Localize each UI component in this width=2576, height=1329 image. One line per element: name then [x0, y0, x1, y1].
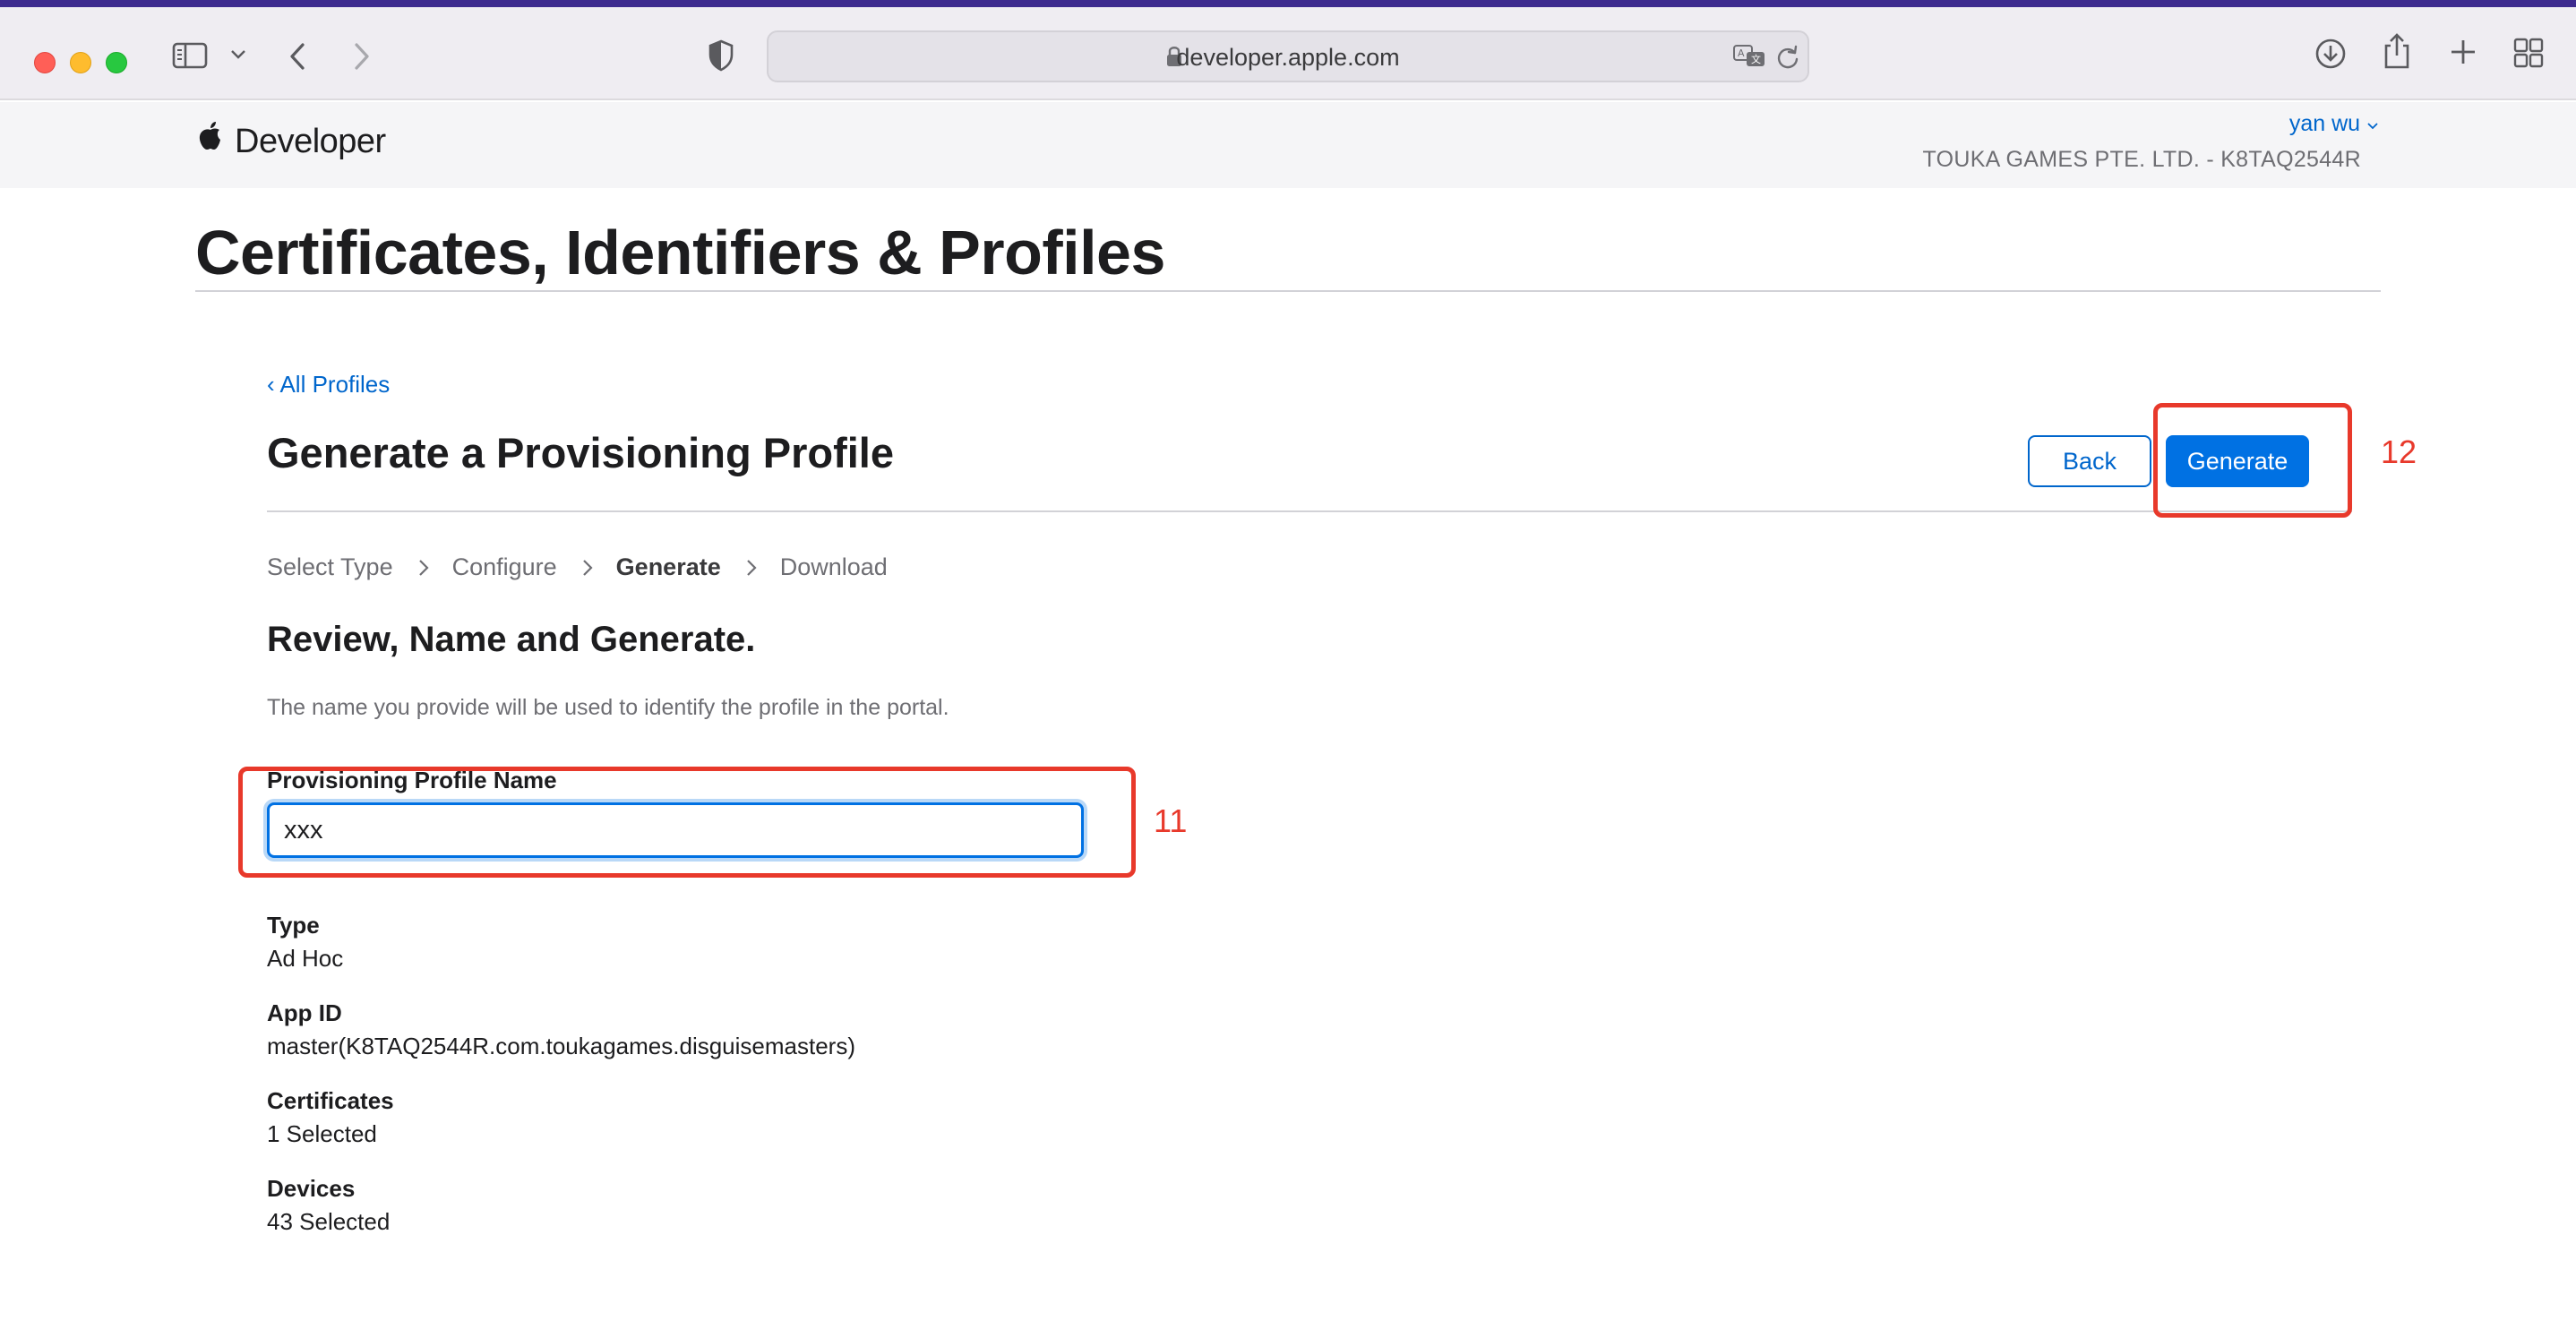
- app-id-value: master(K8TAQ2544R.com.toukagames.disguis…: [267, 1033, 855, 1059]
- title-divider: [195, 290, 2381, 292]
- annotation-number-11: 11: [1154, 802, 1188, 839]
- chevron-right-icon: [582, 559, 593, 577]
- step-select-type: Select Type: [267, 553, 393, 580]
- back-nav-icon[interactable]: [287, 41, 308, 72]
- section-title: Generate a Provisioning Profile: [267, 429, 894, 476]
- developer-header: [0, 102, 2576, 188]
- wizard-steps: Select Type Configure Generate Download: [267, 553, 888, 581]
- address-url: developer.apple.com: [1176, 44, 1400, 71]
- window-top-strip: [0, 0, 2576, 7]
- back-button[interactable]: Back: [2028, 435, 2151, 487]
- new-tab-plus-icon[interactable]: [2449, 38, 2477, 66]
- app-id-info: App ID master(K8TAQ2544R.com.toukagames.…: [267, 999, 855, 1060]
- downloads-icon[interactable]: [2314, 38, 2347, 70]
- devices-label: Devices: [267, 1175, 356, 1202]
- step-download: Download: [779, 553, 888, 580]
- annotation-number-12: 12: [2381, 433, 2417, 470]
- close-window-button[interactable]: [34, 52, 56, 73]
- certificates-value: 1 Selected: [267, 1120, 377, 1147]
- review-title: Review, Name and Generate.: [267, 620, 756, 659]
- team-name: TOUKA GAMES PTE. LTD. - K8TAQ2544R: [1922, 147, 2361, 172]
- annotation-box-generate: [2153, 403, 2352, 518]
- browser-toolbar: developer.apple.com A文: [0, 7, 2576, 100]
- privacy-shield-icon[interactable]: [708, 39, 734, 72]
- step-generate: Generate: [615, 553, 721, 580]
- step-configure: Configure: [451, 553, 557, 580]
- developer-brand[interactable]: Developer: [235, 123, 386, 161]
- chevron-down-icon[interactable]: [229, 48, 247, 61]
- devices-value: 43 Selected: [267, 1208, 391, 1235]
- svg-text:文: 文: [1751, 53, 1761, 65]
- sidebar-toggle-icon[interactable]: [172, 41, 208, 70]
- type-label: Type: [267, 912, 320, 939]
- chevron-right-icon: [418, 559, 429, 577]
- certificates-label: Certificates: [267, 1087, 394, 1114]
- tab-overview-icon[interactable]: [2513, 38, 2544, 68]
- reload-icon[interactable]: [1775, 45, 1800, 70]
- annotation-box-input: [238, 767, 1136, 878]
- devices-info: Devices 43 Selected: [267, 1175, 390, 1236]
- section-divider: [267, 510, 2352, 512]
- share-icon[interactable]: [2383, 32, 2411, 70]
- chevron-right-icon: [746, 559, 757, 577]
- forward-nav-icon[interactable]: [351, 41, 373, 72]
- review-description: The name you provide will be used to ide…: [267, 695, 949, 720]
- zoom-window-button[interactable]: [106, 52, 127, 73]
- certificates-info: Certificates 1 Selected: [267, 1087, 394, 1148]
- all-profiles-link[interactable]: ‹ All Profiles: [267, 371, 390, 399]
- minimize-window-button[interactable]: [70, 52, 91, 73]
- type-value: Ad Hoc: [267, 945, 344, 972]
- chevron-down-icon: [2366, 111, 2379, 136]
- apple-logo-icon[interactable]: [195, 120, 226, 160]
- translate-icon[interactable]: A文: [1732, 43, 1768, 70]
- address-bar[interactable]: developer.apple.com A文: [767, 30, 1809, 82]
- type-info: Type Ad Hoc: [267, 912, 343, 973]
- page-title: Certificates, Identifiers & Profiles: [195, 218, 1165, 287]
- user-name-text: yan wu: [2288, 111, 2361, 136]
- app-id-label: App ID: [267, 999, 342, 1026]
- svg-text:A: A: [1738, 47, 1745, 59]
- user-menu[interactable]: yan wu: [2289, 111, 2379, 137]
